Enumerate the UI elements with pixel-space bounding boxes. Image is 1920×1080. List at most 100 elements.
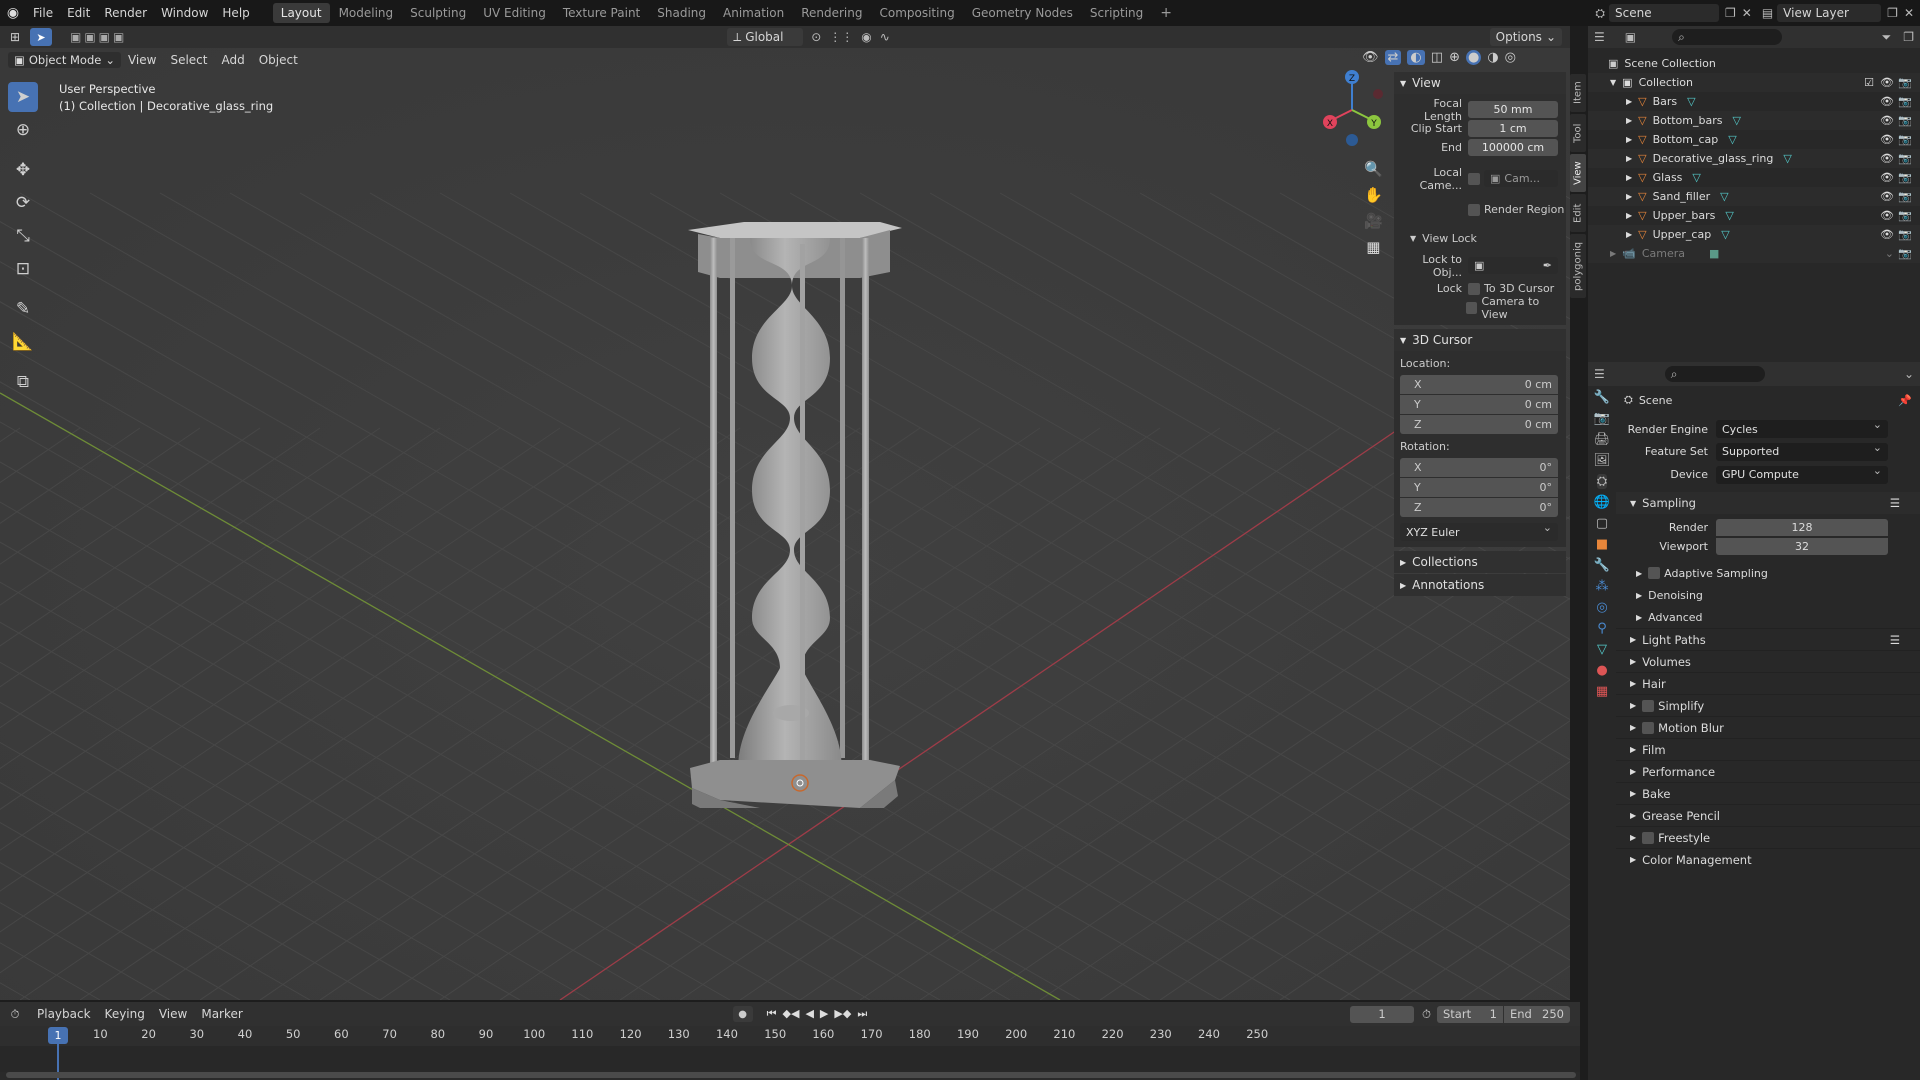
menu-view[interactable]: View [121, 53, 163, 67]
cursor-panel-header[interactable]: ▼ 3D Cursor [1394, 329, 1566, 351]
menu-render[interactable]: Render [97, 6, 154, 20]
menu-object[interactable]: Object [252, 53, 305, 67]
visibility-eye-icon[interactable]: 👁 [1880, 209, 1894, 222]
editor-type-icon[interactable]: ⊞ [0, 30, 30, 44]
outliner-scene-collection[interactable]: ▣ Scene Collection [1588, 54, 1920, 73]
timeline-track-area[interactable] [0, 1046, 1580, 1072]
presets-icon[interactable]: ☰ [1890, 633, 1900, 647]
expand-arrow-icon[interactable]: ▶ [1626, 154, 1632, 163]
render-engine-dropdown[interactable]: Cycles [1716, 418, 1888, 438]
properties-section-header[interactable]: ▶ Bake [1616, 782, 1920, 804]
tab-tool[interactable]: Tool [1570, 114, 1586, 152]
rendered-shading-icon[interactable]: ◎ [1505, 50, 1516, 65]
outliner-object-row[interactable]: ▶ ▽ Upper_cap ▽ 👁 📷 [1588, 225, 1920, 244]
rotate-tool[interactable]: ⟳ [8, 188, 38, 218]
menu-playback[interactable]: Playback [30, 1007, 98, 1021]
menu-edit[interactable]: Edit [60, 6, 97, 20]
visibility-eye-icon[interactable]: 👁 [1880, 114, 1894, 127]
texture-tab-icon[interactable]: ▦ [1596, 684, 1608, 699]
properties-search-input[interactable]: ⌕ [1664, 366, 1765, 382]
section-enable-checkbox[interactable] [1642, 699, 1655, 712]
cursor-location-z[interactable]: Z 0 cm [1400, 415, 1558, 434]
visibility-icon[interactable]: 👁 [1362, 50, 1379, 65]
tab-scripting[interactable]: Scripting [1082, 3, 1151, 23]
new-collection-icon[interactable]: ❐ [1903, 30, 1914, 44]
outliner-search-input[interactable]: ⌕ [1672, 29, 1783, 45]
view-panel-header[interactable]: ▼ View [1394, 72, 1566, 94]
render-camera-icon[interactable]: 📷 [1898, 228, 1912, 241]
particles-tab-icon[interactable]: ⁂ [1596, 579, 1609, 594]
render-camera-icon[interactable]: 📷 [1898, 133, 1912, 146]
presets-icon[interactable]: ☰ [1890, 496, 1900, 510]
pivot-icon[interactable]: ⊙ [811, 30, 821, 44]
wireframe-shading-icon[interactable]: ⊕ [1449, 50, 1460, 65]
gizmo-toggle-icon[interactable]: ⇄ [1384, 50, 1402, 65]
tab-edit[interactable]: Edit [1570, 194, 1586, 232]
tab-uv-editing[interactable]: UV Editing [475, 3, 554, 23]
local-camera-checkbox[interactable] [1468, 172, 1480, 185]
tab-rendering[interactable]: Rendering [793, 3, 870, 23]
material-tab-icon[interactable]: ● [1596, 663, 1607, 678]
sampling-panel-header[interactable]: ▼ Sampling ☰ [1616, 492, 1920, 514]
options-dropdown[interactable]: Options ⌄ [1489, 28, 1562, 46]
properties-section-header[interactable]: ▶ Light Paths ☰ [1616, 628, 1920, 650]
menu-help[interactable]: Help [215, 6, 256, 20]
tab-texture-paint[interactable]: Texture Paint [555, 3, 648, 23]
tab-animation[interactable]: Animation [715, 3, 792, 23]
frame-start-field[interactable]: Start 1 [1437, 1005, 1503, 1023]
display-mode-icon[interactable]: ▣ [1625, 30, 1636, 44]
select-box-tool[interactable]: ➤ [8, 82, 38, 112]
properties-section-header[interactable]: ▶ Color Management [1616, 848, 1920, 870]
solid-shading-icon[interactable]: ● [1465, 50, 1482, 65]
eyedropper-icon[interactable]: ✒ [1543, 259, 1552, 272]
properties-section-header[interactable]: ▶ Freestyle [1616, 826, 1920, 848]
outliner-collection[interactable]: ▼ ▣ Collection ☑ 👁 📷 [1588, 73, 1920, 92]
viewport-samples-field[interactable]: 32 [1716, 538, 1888, 555]
prev-keyframe-button[interactable]: ◆◀ [783, 1007, 800, 1021]
tab-layout[interactable]: Layout [272, 3, 330, 23]
render-camera-icon[interactable]: 📷 [1898, 76, 1912, 89]
cursor-tool[interactable]: ⊕ [8, 115, 38, 145]
delete-view-layer-icon[interactable]: ✕ [1904, 6, 1914, 20]
scene-icon[interactable]: ⛭ [1595, 6, 1605, 21]
lock-3d-cursor-checkbox[interactable] [1468, 282, 1480, 295]
outliner-object-row[interactable]: ▶ ▽ Upper_bars ▽ 👁 📷 [1588, 206, 1920, 225]
properties-section-header[interactable]: ▶ Film [1616, 738, 1920, 760]
clip-end-field[interactable]: 100000 cm [1468, 139, 1558, 156]
properties-section-header[interactable]: ▶ Performance [1616, 760, 1920, 782]
add-cube-tool[interactable]: ⧉ [8, 367, 38, 397]
adaptive-sampling-checkbox[interactable] [1648, 567, 1661, 579]
render-camera-icon[interactable]: 📷 [1898, 171, 1912, 184]
focal-length-field[interactable]: 50 mm [1468, 101, 1558, 118]
blender-logo-icon[interactable]: ◉ [0, 5, 26, 21]
collection-checkbox[interactable]: ☑ [1864, 76, 1874, 89]
menu-add[interactable]: Add [214, 53, 251, 67]
annotate-tool[interactable]: ✎ [8, 294, 38, 324]
object-tab-icon[interactable]: ■ [1596, 537, 1608, 552]
navigation-gizmo[interactable]: Z X Y [1320, 64, 1390, 154]
outliner-object-row[interactable]: ▶ ▽ Decorative_glass_ring ▽ 👁 📷 [1588, 149, 1920, 168]
cursor-location-x[interactable]: X 0 cm [1400, 375, 1558, 394]
record-button[interactable]: ● [732, 1006, 753, 1022]
scale-tool[interactable]: ⤡ [8, 221, 38, 251]
xray-icon[interactable]: ◫ [1431, 50, 1443, 65]
outliner-editor-icon[interactable]: ☰ [1594, 30, 1605, 44]
tab-polygoniq[interactable]: polygoniq [1570, 234, 1586, 298]
tab-view[interactable]: View [1570, 154, 1586, 192]
next-keyframe-button[interactable]: ▶◆ [834, 1007, 851, 1021]
outliner-object-row[interactable]: ▶ ▽ Bottom_cap ▽ 👁 📷 [1588, 130, 1920, 149]
measure-tool[interactable]: 📐 [8, 327, 38, 357]
render-tab-icon[interactable]: 📷 [1594, 411, 1610, 426]
cursor-location-y[interactable]: Y 0 cm [1400, 395, 1558, 414]
new-scene-icon[interactable]: ❐ [1725, 6, 1736, 20]
local-camera-field[interactable]: ▣ Cam... [1484, 170, 1558, 187]
properties-section-header[interactable]: ▶ Hair [1616, 672, 1920, 694]
tab-compositing[interactable]: Compositing [871, 3, 962, 23]
menu-file[interactable]: File [26, 6, 60, 20]
filter-icon[interactable]: ⏷ [1882, 30, 1892, 45]
world-tab-icon[interactable]: 🌐 [1594, 495, 1610, 510]
frame-end-field[interactable]: End 250 [1504, 1005, 1570, 1023]
move-tool[interactable]: ✥ [8, 155, 38, 185]
visibility-eye-icon[interactable]: 👁 [1880, 95, 1894, 108]
tab-modeling[interactable]: Modeling [331, 3, 402, 23]
